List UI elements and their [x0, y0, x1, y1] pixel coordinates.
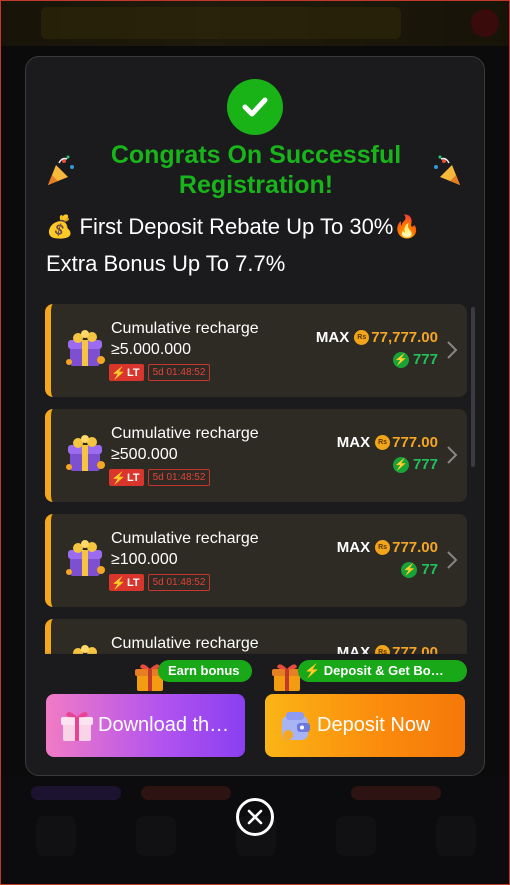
reward-card[interactable]: Cumulative recharge ≥500.000 ⚡ LT 5d 01:48:…: [45, 409, 467, 502]
rupee-coin-icon: Rs: [375, 435, 391, 450]
bonus-value: 77: [421, 561, 438, 578]
dialog-title: Congrats On Successful Registration!: [110, 141, 402, 199]
gift-box-icon: [63, 326, 109, 372]
chevron-right-icon: [446, 340, 458, 360]
reward-amount: 77,777.00: [371, 329, 438, 346]
reward-card[interactable]: Cumulative rechargeMAXRs777.00: [45, 619, 467, 654]
rupee-coin-icon: Rs: [354, 330, 370, 345]
download-button-label: Download th…: [98, 714, 230, 736]
max-label: MAX: [336, 539, 371, 556]
wallet-icon: [282, 711, 310, 740]
reward-amount: 777.00: [392, 434, 438, 451]
limited-time-tag: ⚡ LT: [109, 469, 144, 486]
registration-success-dialog: Congrats On Successful Registration! 💰 F…: [25, 56, 485, 776]
chevron-right-icon: [446, 445, 458, 465]
party-popper-icon: [434, 155, 460, 185]
gift-box-icon: [63, 431, 109, 477]
party-popper-icon: [48, 155, 74, 185]
promo-extra-bonus-text: Extra Bonus Up To 7.7%: [46, 251, 286, 276]
bonus-value: 777: [412, 351, 438, 368]
close-icon[interactable]: [236, 798, 274, 836]
reward-amount: 777.00: [392, 539, 438, 556]
check-circle-icon: [227, 79, 283, 135]
gift-icon: [61, 711, 93, 741]
bonus-value: 777: [412, 456, 438, 473]
limited-time-tag: ⚡ LT: [109, 574, 144, 591]
reward-list-scrollbar[interactable]: [471, 307, 475, 467]
reward-list[interactable]: Cumulative recharge ≥5.000.000 ⚡ LT 5d 01:4…: [45, 304, 467, 654]
countdown-timer: 5d 01:48:52: [147, 469, 211, 486]
recharge-condition: Cumulative recharge ≥5.000.000: [111, 320, 259, 358]
reward-card[interactable]: Cumulative recharge ≥100.000 ⚡ LT 5d 01:48:…: [45, 514, 467, 607]
deposit-bonus-badge: ⚡ Deposit & Get Bo…: [298, 660, 467, 682]
limited-time-tag: ⚡ LT: [109, 364, 144, 381]
bolt-coin-icon: ⚡: [392, 351, 409, 368]
rupee-coin-icon: Rs: [375, 540, 391, 555]
bolt-coin-icon: ⚡: [392, 456, 409, 473]
max-label: MAX: [315, 329, 350, 346]
recharge-condition: Cumulative recharge ≥100.000: [111, 530, 259, 568]
recharge-condition: Cumulative recharge: [111, 635, 259, 652]
reward-card[interactable]: Cumulative recharge ≥5.000.000 ⚡ LT 5d 01:4…: [45, 304, 467, 397]
max-label: MAX: [336, 434, 371, 451]
earn-bonus-badge: Earn bonus: [158, 660, 252, 682]
deposit-now-button[interactable]: Deposit Now: [265, 694, 465, 757]
recharge-condition: Cumulative recharge ≥500.000: [111, 425, 259, 463]
bolt-coin-icon: ⚡: [401, 561, 418, 578]
countdown-timer: 5d 01:48:52: [147, 364, 211, 381]
promo-rebate-text: 💰 First Deposit Rebate Up To 30%🔥: [46, 214, 421, 239]
download-app-button[interactable]: Download th…: [46, 694, 245, 757]
chevron-right-icon: [446, 550, 458, 570]
gift-box-icon: [63, 536, 109, 582]
deposit-button-label: Deposit Now: [317, 714, 431, 736]
countdown-timer: 5d 01:48:52: [147, 574, 211, 591]
